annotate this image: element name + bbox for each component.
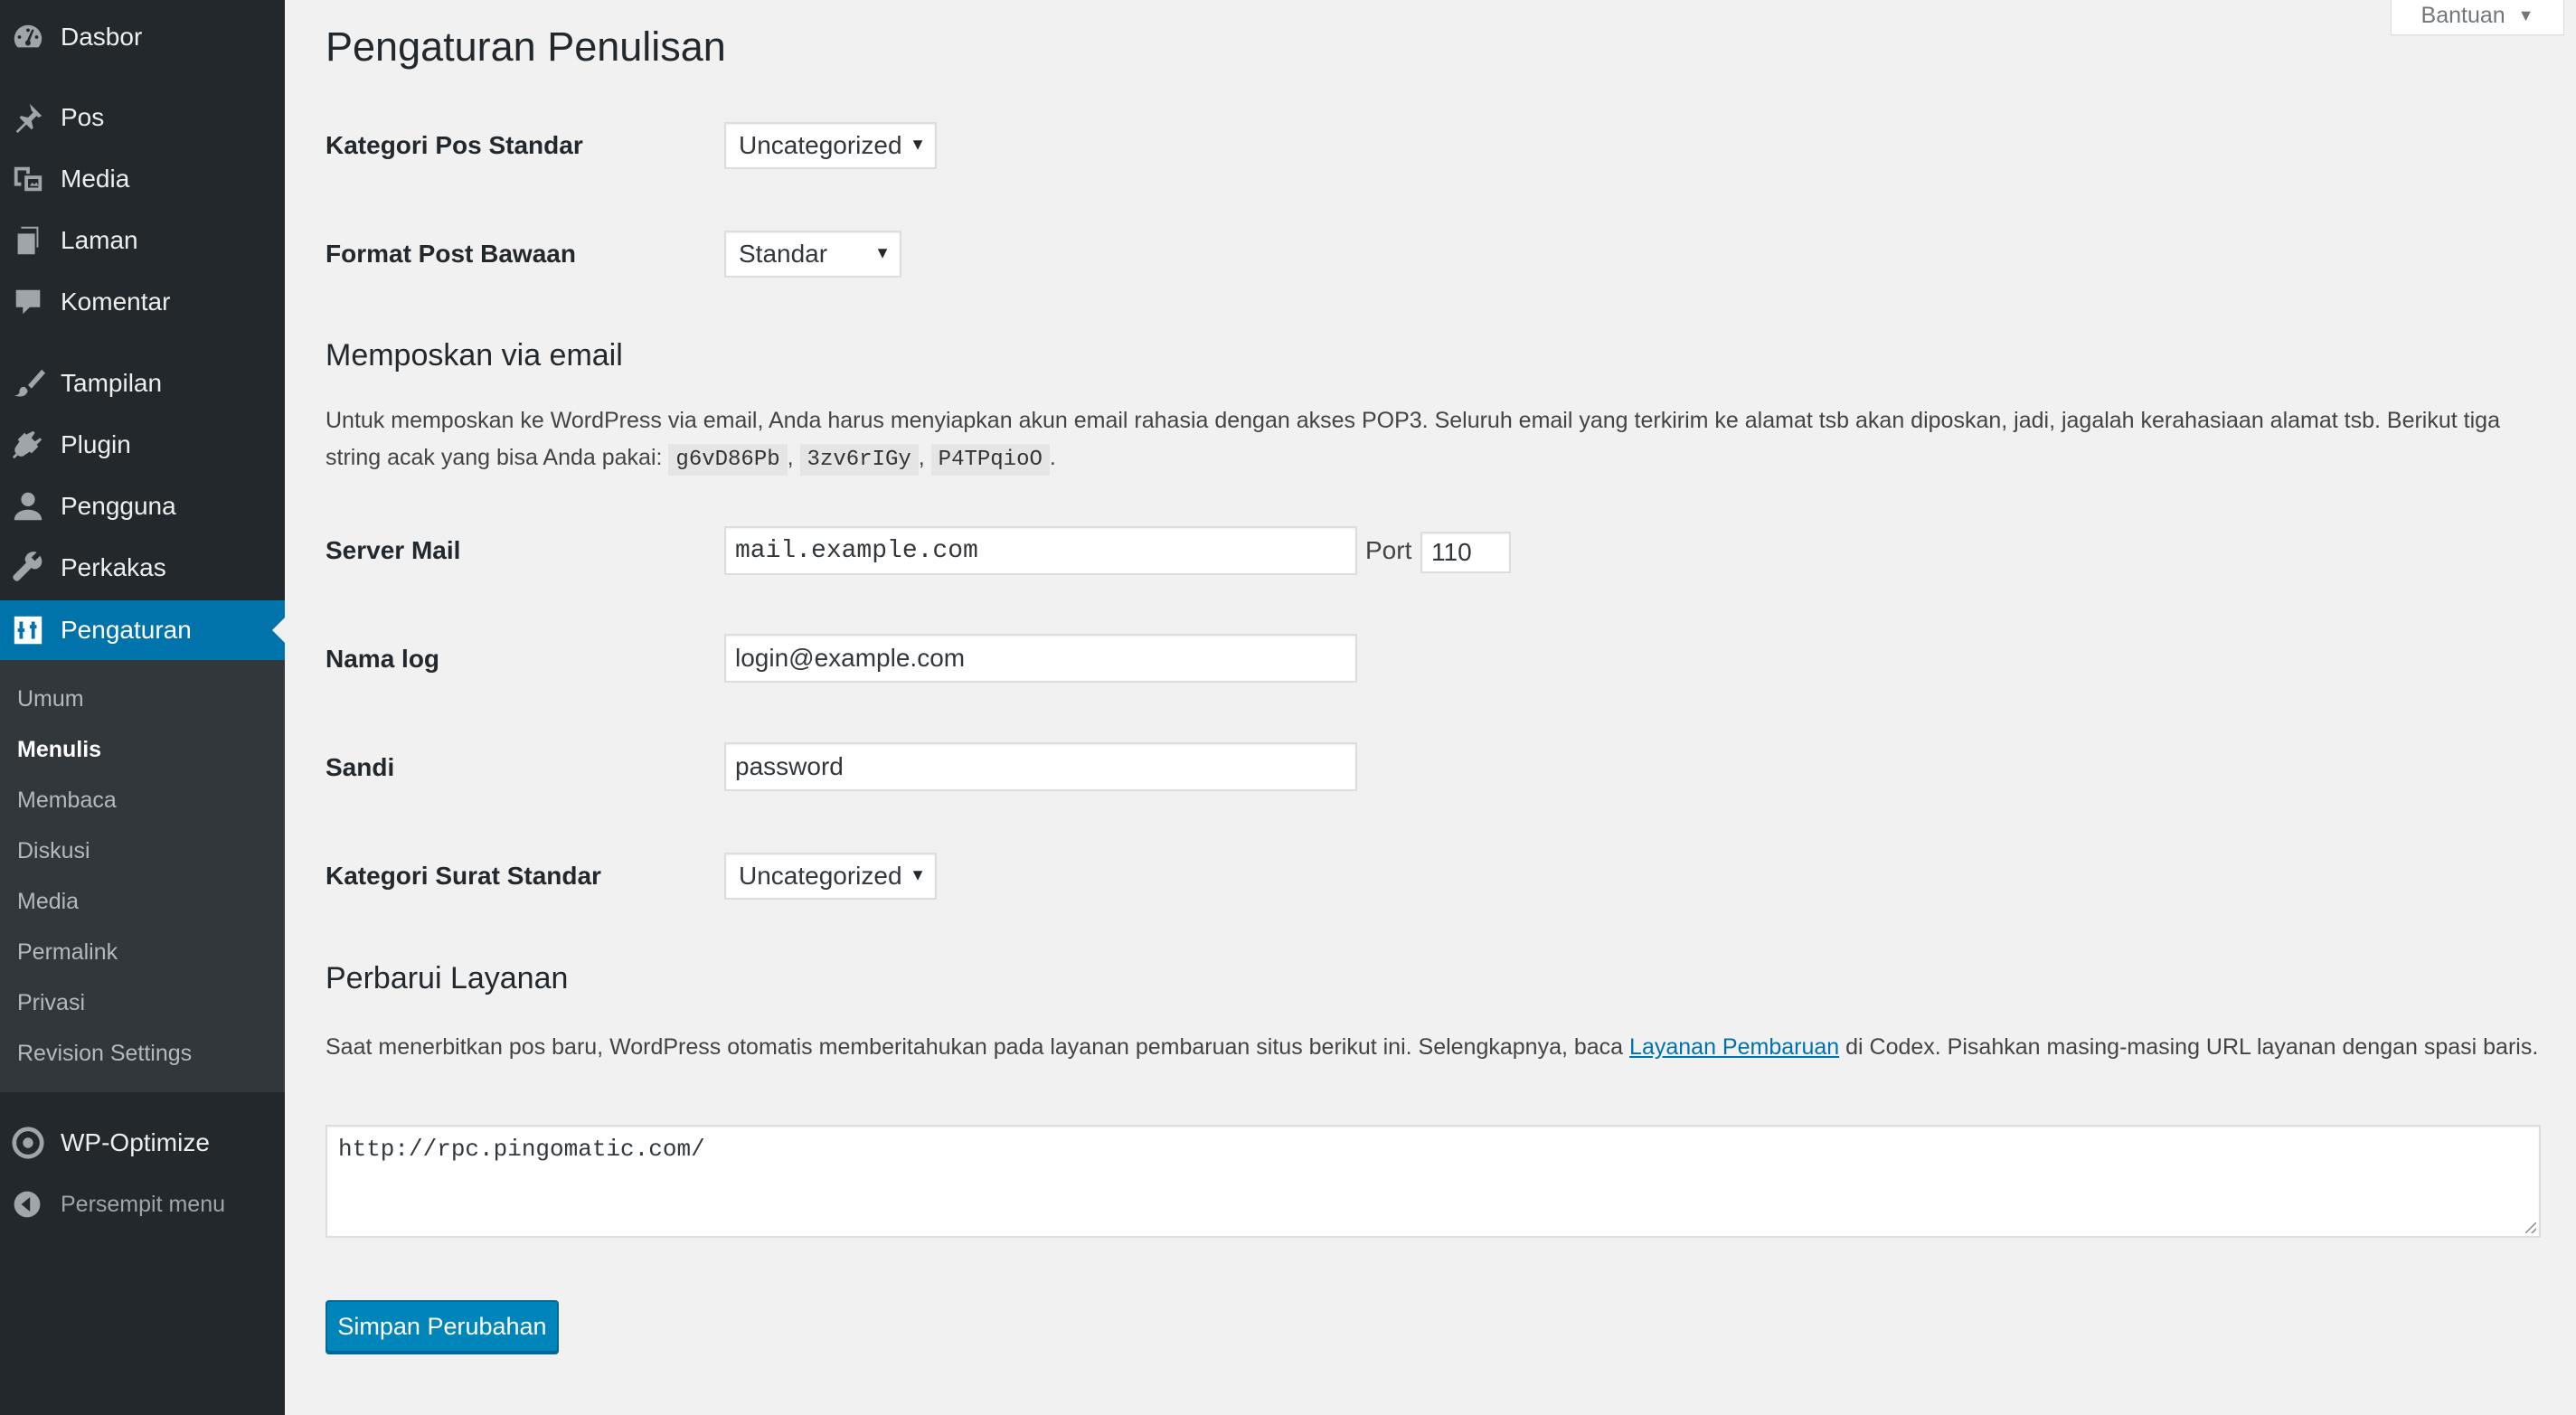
- menu-label: Pengaturan: [61, 616, 192, 644]
- random-string-2: 3zv6rIGy: [799, 444, 919, 476]
- password-label: Sandi: [326, 753, 395, 781]
- menu-label: Media: [61, 165, 130, 193]
- wp-optimize-icon: [11, 1126, 45, 1160]
- mail-category-select[interactable]: Uncategorized ▼: [724, 853, 937, 900]
- password-input[interactable]: password: [724, 742, 1357, 791]
- menu-label: Persempit menu: [61, 1191, 226, 1217]
- menu-item-settings[interactable]: Pengaturan: [0, 600, 285, 660]
- settings-sliders-icon: [11, 613, 45, 647]
- submenu-item-privacy[interactable]: Privasi: [17, 989, 85, 1016]
- plugin-icon: [11, 428, 45, 462]
- default-format-value: Standar: [739, 240, 828, 268]
- submenu-item-discussion[interactable]: Diskusi: [17, 837, 90, 864]
- dropdown-arrow-icon: ▼: [910, 135, 926, 154]
- menu-item-comments[interactable]: Komentar: [0, 273, 285, 331]
- menu-label: Laman: [61, 226, 138, 254]
- period: .: [1049, 445, 1056, 470]
- menu-label: Plugin: [61, 430, 131, 458]
- page-title: Pengaturan Penulisan: [326, 24, 726, 70]
- menu-item-plugins[interactable]: Plugin: [0, 416, 285, 474]
- menu-item-users[interactable]: Pengguna: [0, 477, 285, 535]
- menu-label: Tampilan: [61, 369, 163, 397]
- port-input[interactable]: 110: [1420, 532, 1511, 573]
- menu-label: Komentar: [61, 288, 171, 316]
- media-icon: [11, 162, 45, 196]
- ping-sites-textarea[interactable]: http://rpc.pingomatic.com/: [326, 1125, 2541, 1238]
- comment-icon: [11, 285, 45, 319]
- help-tab-button[interactable]: Bantuan ▼: [2391, 0, 2564, 35]
- user-icon: [11, 489, 45, 524]
- login-name-input[interactable]: login@example.com: [724, 634, 1357, 683]
- separator: ,: [787, 445, 794, 470]
- menu-item-dashboard[interactable]: Dasbor: [0, 8, 285, 66]
- pin-icon: [11, 100, 45, 135]
- settings-submenu: Umum Menulis Membaca Diskusi Media Perma…: [0, 660, 285, 1092]
- save-changes-button[interactable]: Simpan Perubahan: [326, 1300, 559, 1353]
- post-via-email-heading: Memposkan via email: [326, 338, 623, 373]
- menu-label: Pos: [61, 103, 105, 131]
- mail-server-label: Server Mail: [326, 536, 461, 564]
- menu-label: Pengguna: [61, 492, 176, 520]
- menu-item-appearance[interactable]: Tampilan: [0, 354, 285, 412]
- mail-category-label: Kategori Surat Standar: [326, 862, 601, 890]
- update-services-heading: Perbarui Layanan: [326, 961, 569, 995]
- resize-grip-icon[interactable]: [2525, 1222, 2536, 1233]
- menu-item-tools[interactable]: Perkakas: [0, 539, 285, 597]
- mail-server-input[interactable]: mail.example.com: [724, 526, 1357, 575]
- separator: ,: [918, 445, 925, 470]
- default-category-select[interactable]: Uncategorized ▼: [724, 122, 937, 169]
- port-label: Port: [1365, 536, 1412, 564]
- submenu-item-media[interactable]: Media: [17, 888, 79, 915]
- caret-down-icon: ▼: [2517, 5, 2534, 24]
- update-services-text: Saat menerbitkan pos baru, WordPress oto…: [326, 1034, 1624, 1060]
- post-via-email-text: Untuk memposkan ke WordPress via email, …: [326, 408, 2500, 470]
- random-string-1: g6vD86Pb: [668, 444, 788, 476]
- menu-item-posts[interactable]: Pos: [0, 89, 285, 146]
- menu-item-pages[interactable]: Laman: [0, 212, 285, 269]
- menu-label: WP-Optimize: [61, 1128, 210, 1156]
- submenu-item-general[interactable]: Umum: [17, 685, 84, 712]
- submenu-item-writing[interactable]: Menulis: [17, 736, 101, 763]
- appearance-brush-icon: [11, 366, 45, 401]
- dropdown-arrow-icon: ▼: [874, 243, 891, 262]
- submenu-item-reading[interactable]: Membaca: [17, 787, 117, 814]
- default-category-value: Uncategorized: [739, 131, 902, 159]
- update-services-link[interactable]: Layanan Pembaruan: [1629, 1034, 1839, 1060]
- pages-icon: [11, 223, 45, 258]
- menu-label: Dasbor: [61, 23, 143, 51]
- default-category-label: Kategori Pos Standar: [326, 131, 583, 159]
- menu-item-wp-optimize[interactable]: WP-Optimize: [0, 1114, 285, 1172]
- login-name-label: Nama log: [326, 645, 440, 673]
- collapse-menu-button[interactable]: Persempit menu: [0, 1175, 285, 1233]
- admin-sidebar: Dasbor Pos Media Laman Komentar Tampilan: [0, 0, 285, 1415]
- mail-category-value: Uncategorized: [739, 862, 902, 890]
- help-tab-label: Bantuan: [2420, 2, 2505, 28]
- menu-label: Perkakas: [61, 553, 166, 581]
- current-indicator-arrow: [272, 618, 285, 643]
- dashboard-icon: [11, 20, 45, 54]
- ping-sites-value: http://rpc.pingomatic.com/: [338, 1136, 705, 1163]
- dropdown-arrow-icon: ▼: [910, 865, 926, 884]
- menu-item-media[interactable]: Media: [0, 150, 285, 208]
- default-format-label: Format Post Bawaan: [326, 240, 576, 268]
- collapse-arrow-icon: [13, 1190, 42, 1219]
- default-format-select[interactable]: Standar ▼: [724, 231, 901, 278]
- update-services-text-2: di Codex. Pisahkan masing-masing URL lay…: [1845, 1034, 2539, 1060]
- submenu-item-permalink[interactable]: Permalink: [17, 939, 118, 966]
- random-string-3: P4TPqioO: [930, 444, 1050, 476]
- wrench-icon: [11, 551, 45, 585]
- submenu-item-revision-settings[interactable]: Revision Settings: [17, 1040, 192, 1067]
- post-via-email-description: Untuk memposkan ke WordPress via email, …: [326, 402, 2550, 478]
- update-services-description: Saat menerbitkan pos baru, WordPress oto…: [326, 1029, 2550, 1066]
